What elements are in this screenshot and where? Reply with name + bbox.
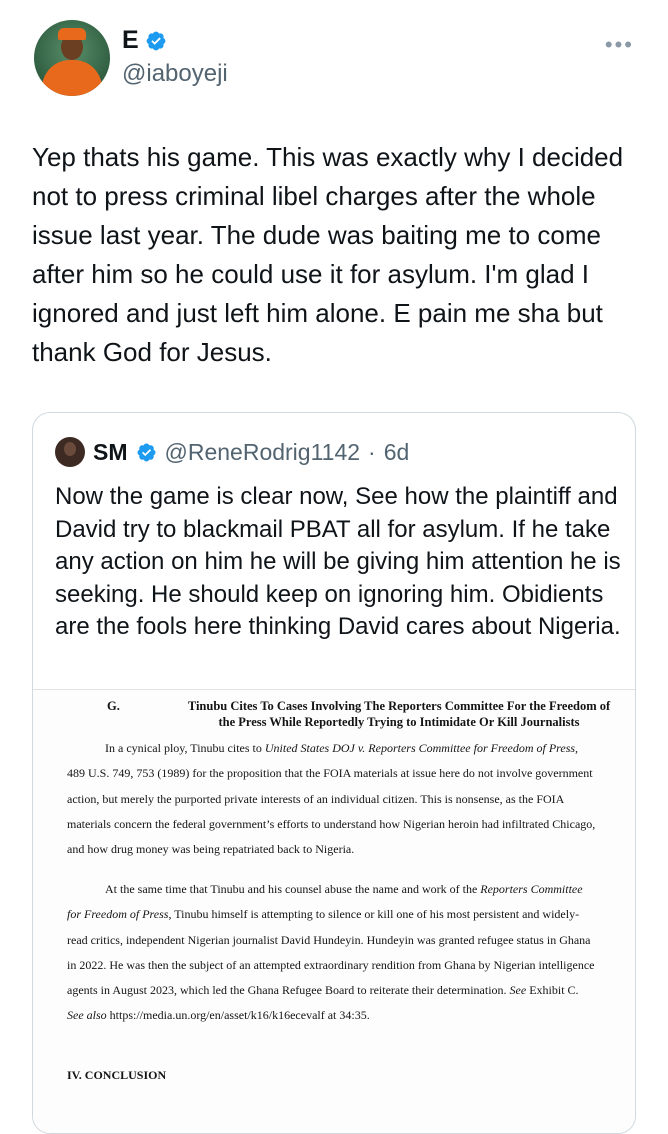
author-name[interactable]: E <box>122 26 139 55</box>
attached-document-image[interactable]: G. Tinubu Cites To Cases Involving The R… <box>33 689 635 1133</box>
document-section-title: Tinubu Cites To Cases Involving The Repo… <box>187 699 611 729</box>
author-name-row: E <box>122 26 167 55</box>
more-options-icon[interactable]: ••• <box>605 32 634 58</box>
verified-badge-icon <box>137 443 155 461</box>
avatar-figure <box>42 60 102 96</box>
quoted-header: SM @ReneRodrig1142 · 6d <box>55 437 409 467</box>
quoted-timestamp[interactable]: 6d <box>384 439 410 466</box>
tweet-header: E @iaboyeji ••• <box>34 20 644 100</box>
document-cut-heading: IV. CONCLUSION <box>67 1068 167 1082</box>
quoted-separator: · <box>368 438 376 465</box>
quoted-text: Now the game is clear now, See how the p… <box>55 483 621 640</box>
document-paragraph-1: In a cynical ploy, Tinubu cites to Unite… <box>67 741 596 857</box>
author-avatar[interactable] <box>34 20 110 96</box>
document-section-letter: G. <box>107 699 120 713</box>
quoted-handle[interactable]: @ReneRodrig1142 <box>165 439 361 466</box>
quoted-tweet[interactable]: SM @ReneRodrig1142 · 6d Now the game is … <box>32 412 636 1134</box>
quoted-author-name[interactable]: SM <box>93 439 128 466</box>
avatar-cap <box>58 28 86 40</box>
author-handle[interactable]: @iaboyeji <box>122 60 228 88</box>
tweet-text: Yep thats his game. This was exactly why… <box>32 142 624 367</box>
document-paragraph-2: At the same time that Tinubu and his cou… <box>67 882 595 1023</box>
quoted-avatar[interactable] <box>55 437 85 467</box>
verified-badge-icon <box>146 31 166 50</box>
